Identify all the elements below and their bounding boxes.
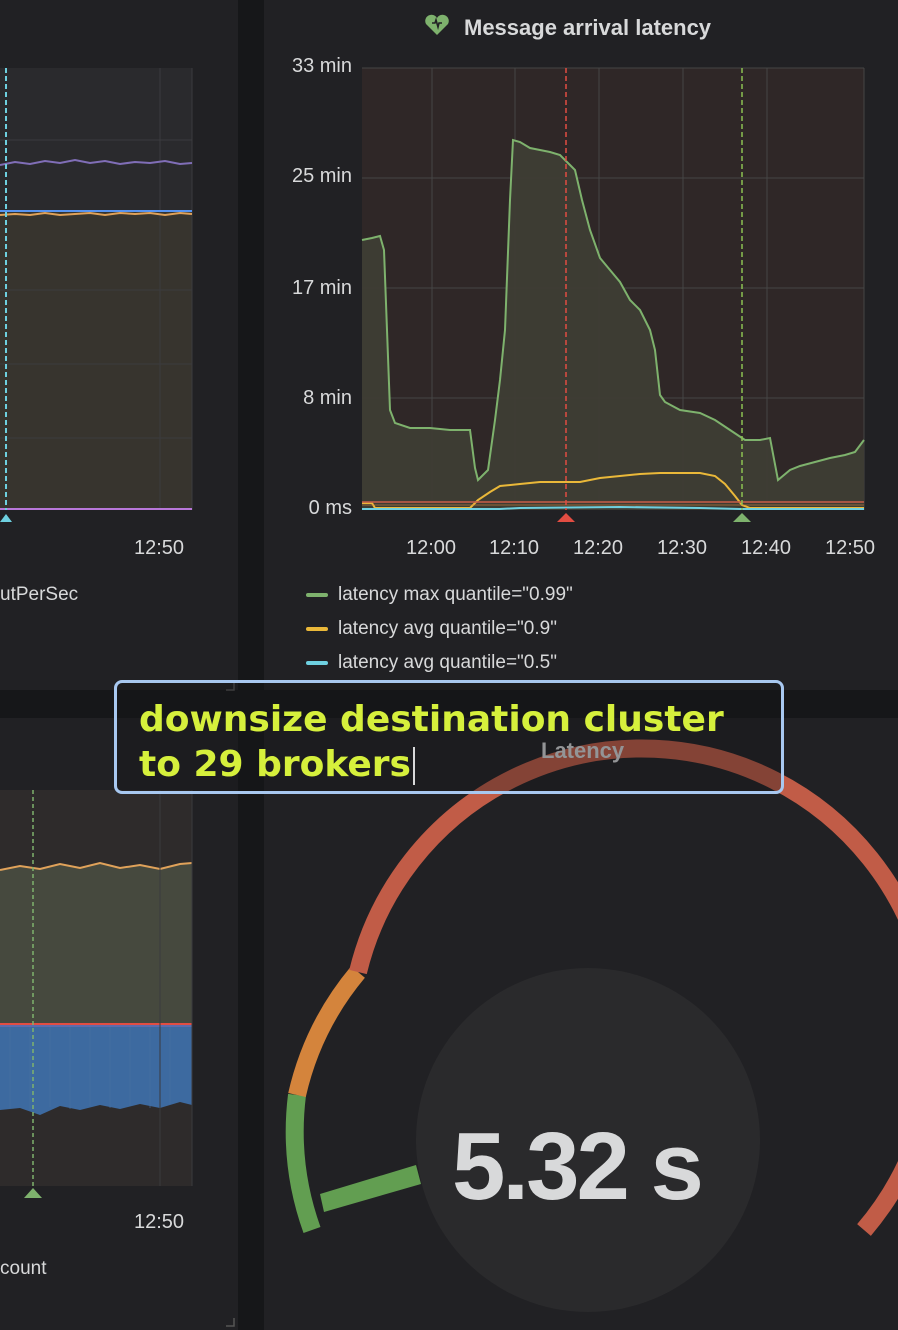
legend-swatch xyxy=(306,626,328,631)
x-axis-tick: 12:50 xyxy=(825,537,876,559)
annotation-text-input[interactable]: downsize destination cluster to 29 broke… xyxy=(139,697,724,787)
panel-title-text: Message arrival latency xyxy=(464,15,712,41)
y-axis-tick: 8 min xyxy=(303,387,352,409)
legend-swatch xyxy=(306,592,328,597)
left-bottom-chart xyxy=(0,790,193,1198)
annotation-text-line: to 29 brokers xyxy=(139,744,411,785)
legend-item-avg-0.9[interactable]: latency avg quantile="0.9" xyxy=(306,618,557,640)
left-top-chart xyxy=(0,68,193,522)
legend-label: latency avg quantile="0.9" xyxy=(338,618,557,639)
x-axis-tick: 12:40 xyxy=(741,537,792,559)
x-axis-tick: 12:50 xyxy=(134,537,185,559)
annotation-editor[interactable]: downsize destination cluster to 29 broke… xyxy=(114,680,784,794)
x-axis-tick: 12:10 xyxy=(489,537,540,559)
legend-label-partial[interactable]: count xyxy=(0,1258,46,1280)
latency-gauge xyxy=(285,739,898,1312)
y-axis-tick: 17 min xyxy=(291,277,352,299)
x-axis-tick: 12:50 xyxy=(134,1211,185,1233)
y-axis-tick: 0 ms xyxy=(308,497,352,519)
x-axis-tick: 12:30 xyxy=(657,537,708,559)
legend-item-max-0.99[interactable]: latency max quantile="0.99" xyxy=(306,584,573,606)
heart-icon xyxy=(424,14,450,42)
legend-label: latency avg quantile="0.5" xyxy=(338,652,557,673)
y-axis-tick: 33 min xyxy=(291,55,352,77)
legend-swatch xyxy=(306,660,328,665)
x-axis-tick: 12:20 xyxy=(573,537,624,559)
latency-chart xyxy=(361,67,865,522)
gauge-value: 5.32 s xyxy=(452,1113,704,1220)
annotation-text-line: downsize destination cluster xyxy=(139,699,724,740)
legend-label-partial[interactable]: utPerSec xyxy=(0,584,78,606)
panel-title[interactable]: Message arrival latency xyxy=(424,14,711,42)
x-axis-tick: 12:00 xyxy=(406,537,457,559)
legend-item-avg-0.5[interactable]: latency avg quantile="0.5" xyxy=(306,652,557,674)
legend-label: latency max quantile="0.99" xyxy=(338,584,573,605)
y-axis-tick: 25 min xyxy=(291,165,352,187)
text-cursor xyxy=(412,747,415,785)
